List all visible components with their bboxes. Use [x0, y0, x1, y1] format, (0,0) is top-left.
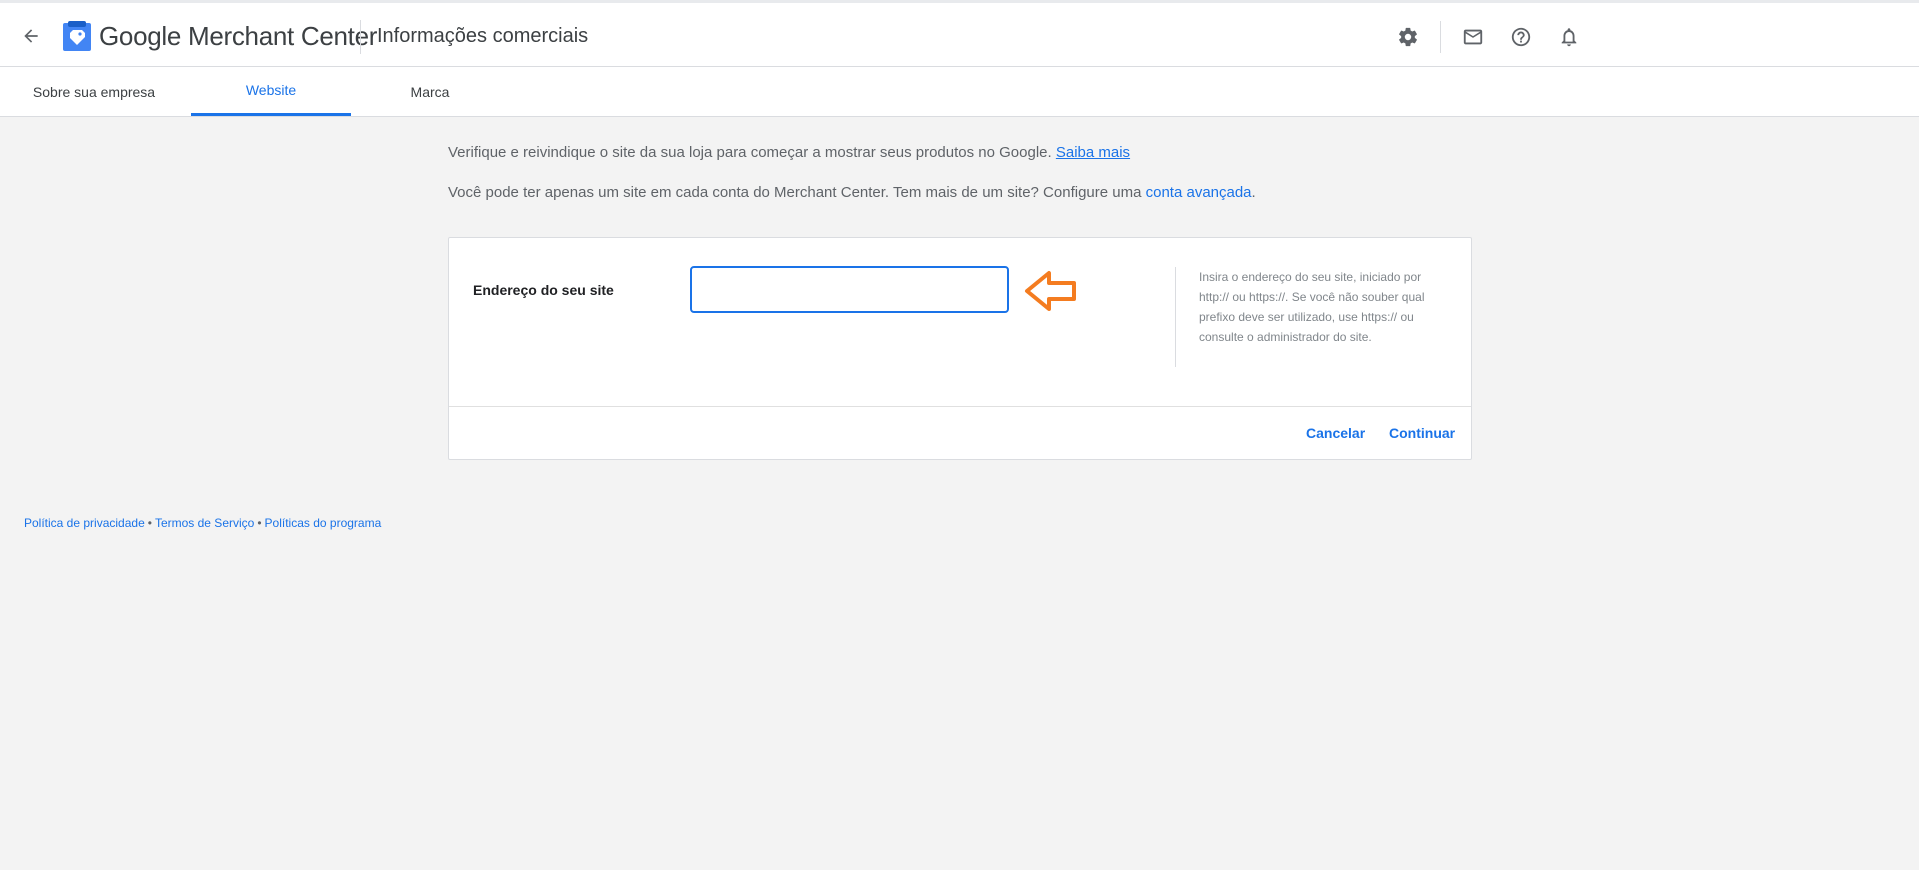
card-footer-divider	[449, 406, 1471, 407]
brand-product: Merchant Center	[187, 21, 378, 51]
cancel-button[interactable]: Cancelar	[1306, 425, 1365, 441]
program-policies-link[interactable]: Políticas do programa	[265, 516, 382, 530]
site-address-label: Endereço do seu site	[473, 282, 614, 298]
mail-icon	[1463, 29, 1483, 45]
conta-avancada-link[interactable]: conta avançada	[1146, 184, 1252, 201]
annotation-arrow-icon	[1025, 271, 1076, 311]
intro-line-2: Você pode ter apenas um site em cada con…	[448, 184, 1256, 201]
settings-icon	[1399, 27, 1417, 47]
settings-button[interactable]	[1392, 21, 1424, 53]
privacy-policy-link[interactable]: Política de privacidade	[24, 516, 145, 530]
footer-separator: •	[257, 516, 262, 530]
brand-name: Google Merchant Center	[99, 21, 377, 52]
saiba-mais-link[interactable]: Saiba mais	[1056, 144, 1130, 161]
tab-website[interactable]: Website	[191, 67, 351, 116]
intro-line-1-text: Verifique e reivindique o site da sua lo…	[448, 144, 1052, 161]
merchant-center-logo-icon	[63, 21, 91, 51]
intro-line-2-text: Você pode ter apenas um site em cada con…	[448, 184, 1142, 201]
app-header: Google Merchant Center Informações comer…	[0, 3, 1919, 67]
mail-button[interactable]	[1457, 21, 1489, 53]
tab-marca[interactable]: Marca	[390, 67, 470, 116]
continue-button[interactable]: Continuar	[1389, 425, 1455, 441]
back-button[interactable]	[14, 19, 48, 53]
tab-sobre-sua-empresa[interactable]: Sobre sua empresa	[18, 67, 170, 116]
notifications-button[interactable]	[1553, 21, 1585, 53]
terms-of-service-link[interactable]: Termos de Serviço	[155, 516, 254, 530]
help-button[interactable]	[1505, 21, 1537, 53]
help-text: Insira o endereço do seu site, iniciado …	[1199, 270, 1425, 344]
intro-line-2-end: .	[1251, 184, 1256, 201]
intro-line-1: Verifique e reivindique o site da sua lo…	[448, 144, 1130, 161]
page-title: Informações comerciais	[377, 25, 589, 47]
header-divider	[360, 20, 361, 54]
footer-separator: •	[147, 516, 152, 530]
help-icon	[1511, 27, 1531, 47]
header-icon-separator	[1440, 21, 1441, 53]
site-address-input[interactable]	[690, 266, 1009, 313]
website-card: Endereço do seu site Insira o endereço d…	[448, 237, 1472, 460]
tab-bar: Sobre sua empresa Website Marca	[0, 67, 1919, 117]
help-divider	[1175, 267, 1176, 367]
notifications-icon	[1561, 28, 1577, 47]
arrow-back-icon	[24, 29, 38, 43]
brand-google: Google	[99, 21, 182, 51]
footer-links: Política de privacidade • Termos de Serviç…	[24, 516, 381, 530]
